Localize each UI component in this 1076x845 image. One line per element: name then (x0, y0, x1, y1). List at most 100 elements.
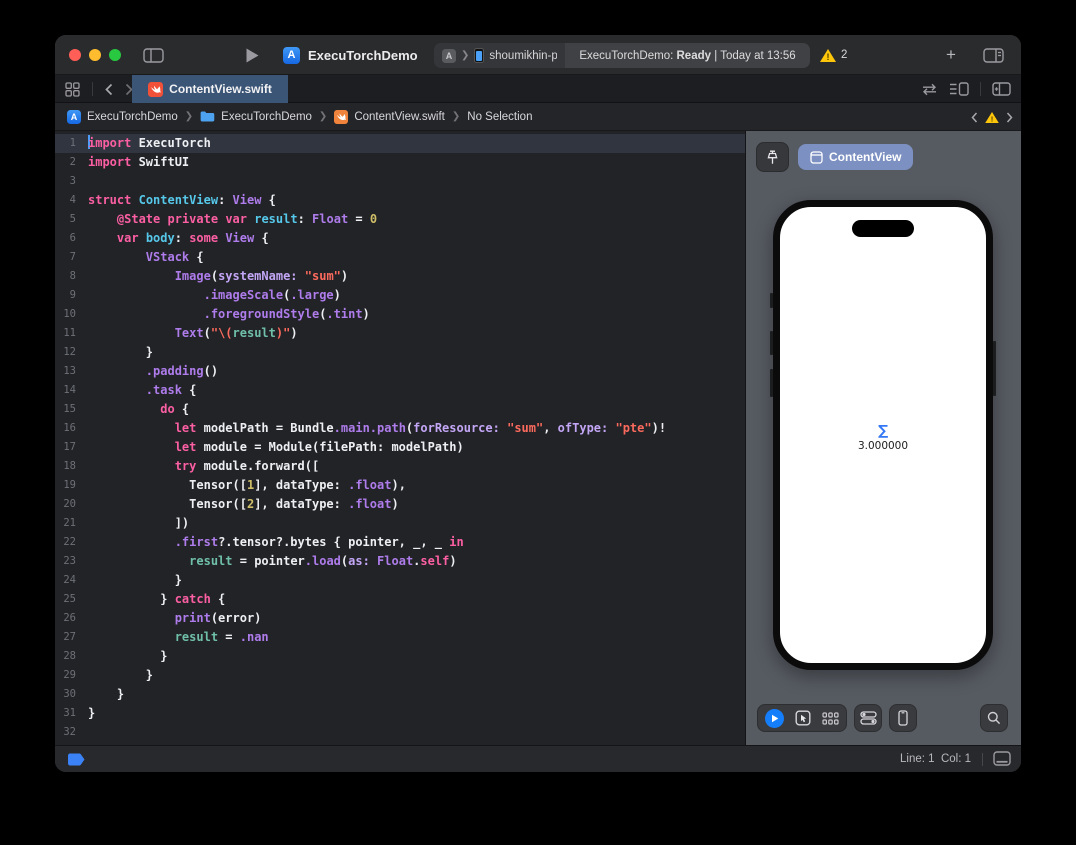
library-add-button[interactable]: + (939, 35, 963, 75)
previous-issue-button[interactable] (971, 112, 978, 123)
code-line[interactable]: 6 var body: some View { (55, 229, 745, 248)
device-settings-button[interactable] (854, 704, 882, 732)
breadcrumb-group[interactable]: ExecuTorchDemo (200, 111, 312, 123)
line-number[interactable]: 9 (55, 286, 85, 305)
line-number[interactable]: 27 (55, 628, 85, 647)
iphone-preview-device[interactable]: ∑ 3.000000 (773, 200, 993, 670)
line-number[interactable]: 28 (55, 647, 85, 666)
line-number[interactable]: 24 (55, 571, 85, 590)
preview-device-button[interactable] (889, 704, 917, 732)
line-number[interactable]: 29 (55, 666, 85, 685)
line-number[interactable]: 1 (55, 134, 85, 153)
code-line[interactable]: 28 } (55, 647, 745, 666)
code-line[interactable]: 20 Tensor([2], dataType: .float) (55, 495, 745, 514)
minimize-window-button[interactable] (89, 49, 101, 61)
code-line[interactable]: 26 print(error) (55, 609, 745, 628)
line-number[interactable]: 14 (55, 381, 85, 400)
line-number[interactable]: 22 (55, 533, 85, 552)
code-line[interactable]: 5 @State private var result: Float = 0 (55, 210, 745, 229)
line-number[interactable]: 17 (55, 438, 85, 457)
line-number[interactable]: 19 (55, 476, 85, 495)
code-line[interactable]: 9 .imageScale(.large) (55, 286, 745, 305)
warning-icon[interactable]: ! (985, 111, 999, 122)
code-line[interactable]: 2import SwiftUI (55, 153, 745, 172)
line-number[interactable]: 5 (55, 210, 85, 229)
code-line[interactable]: 7 VStack { (55, 248, 745, 267)
code-line[interactable]: 13 .padding() (55, 362, 745, 381)
line-number[interactable]: 15 (55, 400, 85, 419)
scheme-destination-selector[interactable]: A ❯ shoumikhin-ph (434, 43, 565, 68)
close-window-button[interactable] (69, 49, 81, 61)
code-line[interactable]: 24 } (55, 571, 745, 590)
preview-zoom-button[interactable] (980, 704, 1008, 732)
line-number[interactable]: 2 (55, 153, 85, 172)
code-line[interactable]: 8 Image(systemName: "sum") (55, 267, 745, 286)
selectable-mode-button[interactable] (795, 710, 811, 726)
line-number[interactable]: 30 (55, 685, 85, 704)
code-line[interactable]: 1import ExecuTorch (55, 134, 745, 153)
line-number[interactable]: 16 (55, 419, 85, 438)
zoom-window-button[interactable] (109, 49, 121, 61)
line-number[interactable]: 25 (55, 590, 85, 609)
line-number[interactable]: 7 (55, 248, 85, 267)
toggle-inspector-button[interactable] (983, 35, 1004, 75)
source-editor[interactable]: 1import ExecuTorch2import SwiftUI34struc… (55, 131, 745, 745)
code-line[interactable]: 14 .task { (55, 381, 745, 400)
line-number[interactable]: 11 (55, 324, 85, 343)
run-button[interactable] (245, 35, 260, 75)
issue-indicator[interactable]: ! 2 (820, 35, 847, 75)
code-line[interactable]: 16 let modelPath = Bundle.main.path(forR… (55, 419, 745, 438)
line-number[interactable]: 32 (55, 723, 85, 742)
code-line[interactable]: 3 (55, 172, 745, 191)
breakpoint-toggle-icon[interactable] (67, 753, 86, 766)
code-line[interactable]: 18 try module.forward([ (55, 457, 745, 476)
line-number[interactable]: 3 (55, 172, 85, 191)
line-number[interactable]: 23 (55, 552, 85, 571)
line-number[interactable]: 31 (55, 704, 85, 723)
line-number[interactable]: 21 (55, 514, 85, 533)
breadcrumb-file[interactable]: ContentView.swift (334, 110, 445, 124)
code-line[interactable]: 4struct ContentView: View { (55, 191, 745, 210)
preview-target-pill[interactable]: ContentView (798, 144, 913, 170)
breadcrumb-project[interactable]: A ExecuTorchDemo (67, 110, 178, 124)
tab-contentview-swift[interactable]: ContentView.swift (132, 75, 288, 103)
code-line[interactable]: 12 } (55, 343, 745, 362)
line-number[interactable]: 20 (55, 495, 85, 514)
line-number[interactable]: 12 (55, 343, 85, 362)
line-number[interactable]: 10 (55, 305, 85, 324)
breadcrumb-selection[interactable]: No Selection (467, 111, 532, 123)
add-editor-button[interactable] (992, 82, 1011, 96)
code-line[interactable]: 19 Tensor([1], dataType: .float), (55, 476, 745, 495)
code-line[interactable]: 31} (55, 704, 745, 723)
code-line[interactable]: 21 ]) (55, 514, 745, 533)
code-line[interactable]: 15 do { (55, 400, 745, 419)
go-back-button[interactable] (105, 83, 113, 96)
line-number[interactable]: 4 (55, 191, 85, 210)
next-issue-button[interactable] (1006, 112, 1013, 123)
line-number[interactable]: 13 (55, 362, 85, 381)
code-line[interactable]: 22 .first?.tensor?.bytes { pointer, _, _… (55, 533, 745, 552)
editor-options-button[interactable] (949, 82, 969, 96)
tab-overview-button[interactable] (65, 82, 80, 97)
code-line[interactable]: 17 let module = Module(filePath: modelPa… (55, 438, 745, 457)
line-number[interactable]: 8 (55, 267, 85, 286)
swap-editor-button[interactable] (921, 83, 938, 96)
adjust-editor-button[interactable] (993, 751, 1011, 766)
variants-mode-button[interactable] (822, 712, 839, 725)
code-line[interactable]: 27 result = .nan (55, 628, 745, 647)
code-line[interactable]: 11 Text("\(result)") (55, 324, 745, 343)
warning-icon: ! (820, 49, 836, 62)
code-line[interactable]: 30 } (55, 685, 745, 704)
code-line[interactable]: 10 .foregroundStyle(.tint) (55, 305, 745, 324)
line-number[interactable]: 6 (55, 229, 85, 248)
code-line[interactable]: 25 } catch { (55, 590, 745, 609)
pin-preview-button[interactable] (756, 142, 789, 172)
code-line[interactable]: 23 result = pointer.load(as: Float.self) (55, 552, 745, 571)
live-preview-button[interactable] (765, 709, 784, 728)
toggle-navigator-button[interactable] (143, 35, 164, 75)
line-number[interactable]: 26 (55, 609, 85, 628)
code-line[interactable]: 32 (55, 723, 745, 742)
code-line[interactable]: 29 } (55, 666, 745, 685)
activity-status[interactable]: ExecuTorchDemo: Ready | Today at 13:56 (565, 43, 810, 68)
line-number[interactable]: 18 (55, 457, 85, 476)
